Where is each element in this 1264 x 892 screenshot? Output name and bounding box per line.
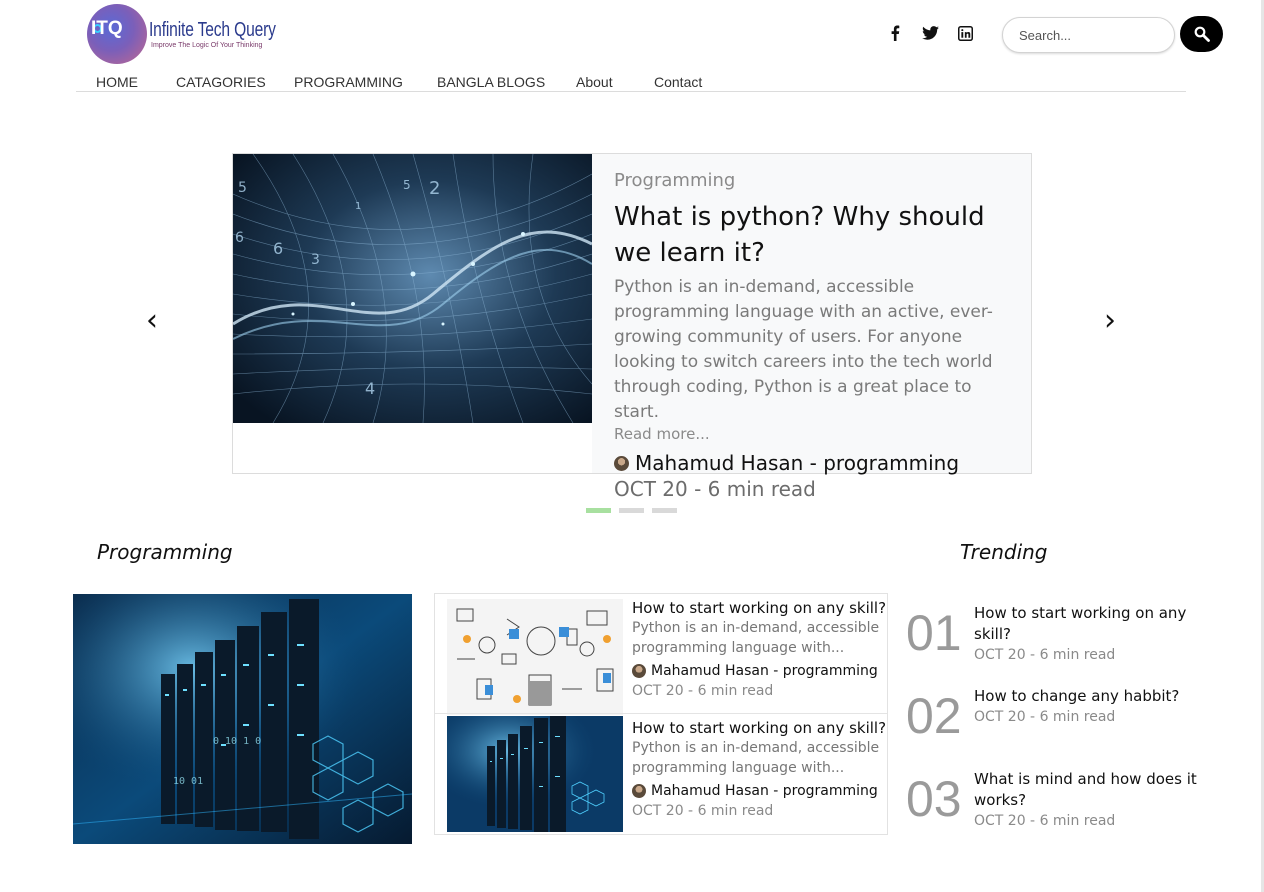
facebook-icon[interactable] bbox=[886, 24, 904, 42]
svg-text:6: 6 bbox=[235, 230, 244, 246]
featured-post-date: OCT 20 - 6 min read bbox=[614, 477, 816, 501]
trending-rank: 01 bbox=[906, 605, 962, 661]
svg-text:1: 1 bbox=[355, 201, 361, 212]
search-button[interactable] bbox=[1180, 16, 1223, 52]
trending-post: How to change any habbit? OCT 20 - 6 min… bbox=[974, 686, 1224, 728]
carousel-indicator-3[interactable] bbox=[652, 508, 677, 513]
post-excerpt: Python is an in-demand, accessible progr… bbox=[632, 620, 880, 656]
site-logo[interactable]: ITQ Infinite Tech Query Improve The Logi… bbox=[87, 3, 277, 65]
svg-text:4: 4 bbox=[365, 379, 375, 398]
trending-section-title: Trending bbox=[960, 540, 1048, 564]
trending-date: OCT 20 - 6 min read bbox=[974, 709, 1116, 725]
trending-title[interactable]: How to start working on any skill? bbox=[974, 603, 1224, 645]
logo-emblem: ITQ bbox=[87, 4, 147, 64]
nav-item-home[interactable]: HOME bbox=[96, 74, 138, 90]
trending-date: OCT 20 - 6 min read bbox=[974, 647, 1116, 663]
featured-post-category[interactable]: Programming bbox=[614, 170, 1011, 191]
svg-text:0 10 1 0: 0 10 1 0 bbox=[213, 736, 261, 747]
post-author: Mahamud Hasan - programming bbox=[632, 781, 887, 801]
svg-text:3: 3 bbox=[311, 252, 320, 268]
post-thumbnail[interactable] bbox=[447, 599, 623, 715]
post-title[interactable]: How to start working on any skill? bbox=[632, 718, 887, 738]
trending-item[interactable]: 02 How to change any habbit? OCT 20 - 6 … bbox=[906, 686, 1226, 766]
carousel-indicator-2[interactable] bbox=[619, 508, 644, 513]
trending-item[interactable]: 03 What is mind and how does it works? O… bbox=[906, 769, 1226, 849]
post-date: OCT 20 - 6 min read bbox=[632, 683, 774, 699]
trending-title[interactable]: What is mind and how does it works? bbox=[974, 769, 1224, 811]
list-item[interactable]: How to start working on any skill? Pytho… bbox=[447, 714, 887, 832]
twitter-icon[interactable] bbox=[921, 24, 939, 42]
programming-post-list: How to start working on any skill? Pytho… bbox=[434, 593, 888, 835]
featured-post-content: Programming What is python? Why should w… bbox=[592, 154, 1031, 501]
author-avatar bbox=[632, 664, 646, 678]
logo-wordmark: Infinite Tech Query Improve The Logic Of… bbox=[149, 19, 312, 49]
search-icon bbox=[1194, 26, 1210, 42]
featured-post-title[interactable]: What is python? Why should we learn it? bbox=[614, 199, 1011, 271]
post-author-name[interactable]: Mahamud Hasan - programming bbox=[651, 661, 878, 681]
post-content: How to start working on any skill? Pytho… bbox=[632, 718, 887, 822]
svg-text:5: 5 bbox=[403, 178, 411, 192]
nav-item-bangla-blogs[interactable]: BANGLA BLOGS bbox=[437, 74, 545, 90]
svg-text:10 01: 10 01 bbox=[173, 776, 203, 787]
main-nav: HOME CATAGORIES PROGRAMMING BANGLA BLOGS… bbox=[76, 70, 1186, 92]
featured-post-author: Mahamud Hasan - programming bbox=[614, 451, 1011, 475]
svg-text:6: 6 bbox=[273, 239, 283, 258]
featured-post-image[interactable]: 5 6 3 6 2 5 1 4 bbox=[233, 154, 592, 423]
post-title[interactable]: How to start working on any skill? bbox=[632, 598, 887, 618]
featured-post-card[interactable]: 5 6 3 6 2 5 1 4 Programming What is python? … bbox=[232, 153, 1032, 501]
trending-rank: 02 bbox=[906, 688, 962, 744]
post-author: Mahamud Hasan - programming bbox=[632, 661, 887, 681]
post-thumbnail[interactable] bbox=[447, 716, 623, 832]
trending-title[interactable]: How to change any habbit? bbox=[974, 686, 1224, 707]
featured-post-excerpt: Python is an in-demand, accessible progr… bbox=[614, 277, 993, 422]
carousel-prev-button[interactable]: ‹ bbox=[146, 306, 158, 336]
search-input[interactable] bbox=[1002, 17, 1175, 53]
carousel-indicator-1[interactable] bbox=[586, 508, 611, 513]
post-author-name[interactable]: Mahamud Hasan - programming bbox=[651, 781, 878, 801]
post-excerpt: Python is an in-demand, accessible progr… bbox=[632, 740, 880, 776]
trending-date: OCT 20 - 6 min read bbox=[974, 813, 1116, 829]
nav-item-contact[interactable]: Contact bbox=[654, 74, 702, 90]
nav-item-categories[interactable]: CATAGORIES bbox=[176, 74, 266, 90]
programming-featured-image[interactable]: 0 10 1 0 10 01 bbox=[73, 594, 412, 844]
logo-tagline: Improve The Logic Of Your Thinking bbox=[151, 42, 263, 49]
trending-post: What is mind and how does it works? OCT … bbox=[974, 769, 1224, 832]
author-avatar bbox=[632, 784, 646, 798]
linkedin-icon[interactable] bbox=[956, 24, 974, 42]
trending-rank: 03 bbox=[906, 771, 962, 827]
nav-item-programming[interactable]: PROGRAMMING bbox=[294, 74, 403, 90]
programming-section-title: Programming bbox=[97, 540, 233, 564]
carousel-next-button[interactable]: › bbox=[1104, 306, 1116, 336]
author-avatar bbox=[614, 455, 629, 471]
post-content: How to start working on any skill? Pytho… bbox=[632, 598, 887, 702]
trending-post: How to start working on any skill? OCT 2… bbox=[974, 603, 1224, 666]
post-date: OCT 20 - 6 min read bbox=[632, 803, 774, 819]
read-more-link[interactable]: Read more... bbox=[614, 425, 1011, 443]
logo-initials: ITQ bbox=[91, 18, 123, 39]
logo-name: Infinite Tech Query bbox=[149, 19, 276, 41]
trending-item[interactable]: 01 How to start working on any skill? OC… bbox=[906, 603, 1226, 683]
nav-item-about[interactable]: About bbox=[576, 74, 613, 90]
list-item[interactable]: How to start working on any skill? Pytho… bbox=[447, 594, 887, 715]
svg-text:5: 5 bbox=[238, 180, 247, 196]
svg-text:2: 2 bbox=[429, 178, 440, 199]
featured-post-author-name[interactable]: Mahamud Hasan - programming bbox=[635, 451, 959, 475]
